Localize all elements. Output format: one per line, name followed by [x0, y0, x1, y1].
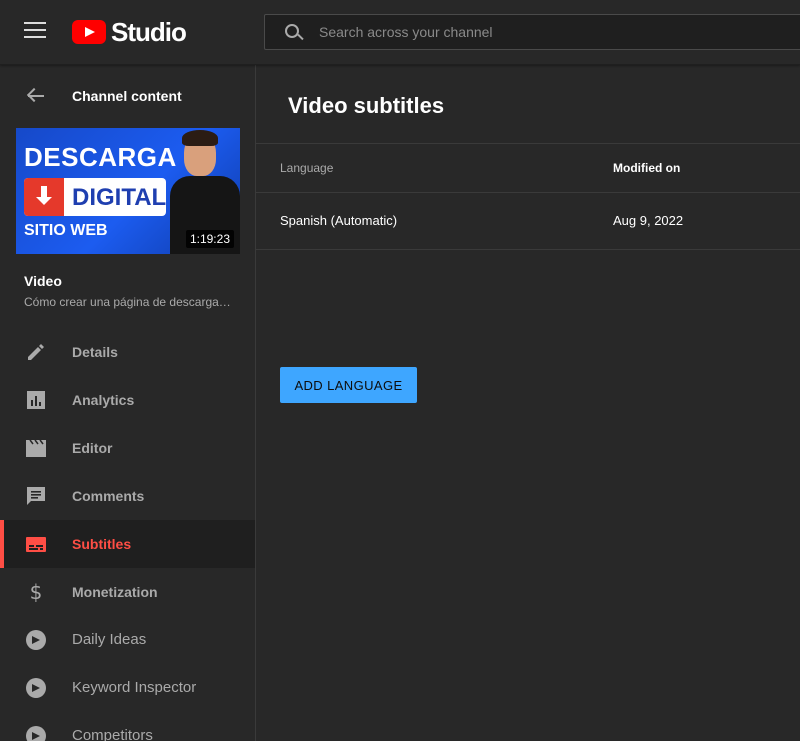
sidebar-item-label: Analytics [72, 392, 135, 408]
pencil-icon [28, 344, 44, 360]
table-header: Language Modified on [256, 143, 800, 193]
sidebar-item-label: Comments [72, 488, 145, 504]
hamburger-menu-icon[interactable] [24, 22, 46, 40]
sidebar-item-comments[interactable]: Comments [0, 472, 255, 520]
sidebar-item-editor[interactable]: Editor [0, 424, 255, 472]
duration-badge: 1:19:23 [185, 230, 234, 248]
sidebar-item-competitors[interactable]: Competitors [0, 712, 255, 741]
extension-icon [26, 678, 46, 698]
clapperboard-icon [26, 439, 46, 457]
add-language-button[interactable]: ADD LANGUAGE [280, 367, 417, 403]
extension-icon [26, 630, 46, 650]
search-input[interactable] [319, 24, 799, 40]
search-bar[interactable] [264, 14, 800, 50]
logo-text: Studio [111, 17, 187, 47]
sidebar-item-label: Keyword Inspector [72, 679, 197, 696]
sidebar-item-label: Daily Ideas [72, 631, 147, 648]
sidebar-item-monetization[interactable]: $ Monetization [0, 568, 255, 616]
analytics-icon [27, 391, 45, 409]
sidebar-item-details[interactable]: Details [0, 328, 255, 376]
sidebar-item-daily-ideas[interactable]: Daily Ideas [0, 616, 255, 664]
video-heading: Video [24, 273, 62, 289]
dollar-icon: $ [30, 580, 43, 604]
youtube-play-icon [72, 20, 106, 44]
modified-cell: Aug 9, 2022 [613, 213, 684, 228]
sidebar-item-label: Details [72, 344, 118, 360]
back-label: Channel content [72, 88, 182, 104]
sidebar-nav: Details Analytics Editor Comments Subtit… [0, 328, 255, 741]
language-cell: Spanish (Automatic) [280, 213, 398, 228]
table-row[interactable]: Spanish (Automatic) Aug 9, 2022 [256, 193, 800, 250]
svg-text:$: $ [30, 580, 43, 604]
main-content: Video subtitles Language Modified on Spa… [256, 65, 800, 741]
sidebar-item-subtitles[interactable]: Subtitles [0, 520, 255, 568]
page-title: Video subtitles [288, 93, 445, 118]
back-arrow-icon[interactable] [26, 87, 44, 105]
active-indicator [0, 520, 4, 568]
sidebar-item-label: Subtitles [72, 536, 132, 552]
studio-logo[interactable]: Studio [72, 17, 187, 47]
download-icon [24, 178, 64, 216]
thumbnail-banner: DIGITAL [24, 178, 166, 216]
subtitles-table: Language Modified on Spanish (Automatic)… [256, 143, 800, 250]
thumbnail-text-1: DESCARGA [24, 142, 177, 172]
sidebar-item-label: Editor [72, 440, 113, 456]
sidebar-item-label: Competitors [72, 727, 153, 741]
video-title: Cómo crear una página de descarga… [24, 295, 231, 309]
sidebar: Channel content DESCARGA DIGITAL SITIO W… [0, 65, 256, 741]
search-icon[interactable] [273, 15, 313, 49]
subtitles-icon [26, 537, 46, 552]
extension-icon [26, 726, 46, 741]
top-bar: Studio [0, 0, 800, 65]
thumbnail-text-2: DIGITAL [72, 184, 167, 211]
back-row: Channel content [0, 65, 255, 127]
thumbnail-text-3: SITIO WEB [24, 222, 108, 239]
sidebar-item-keyword-inspector[interactable]: Keyword Inspector [0, 664, 255, 712]
column-header-modified[interactable]: Modified on [613, 161, 680, 175]
sidebar-item-label: Monetization [72, 584, 158, 600]
comment-icon [27, 487, 45, 505]
video-thumbnail[interactable]: DESCARGA DIGITAL SITIO WEB 1:19:23 [16, 128, 240, 254]
sidebar-item-analytics[interactable]: Analytics [0, 376, 255, 424]
column-header-language[interactable]: Language [280, 161, 333, 175]
